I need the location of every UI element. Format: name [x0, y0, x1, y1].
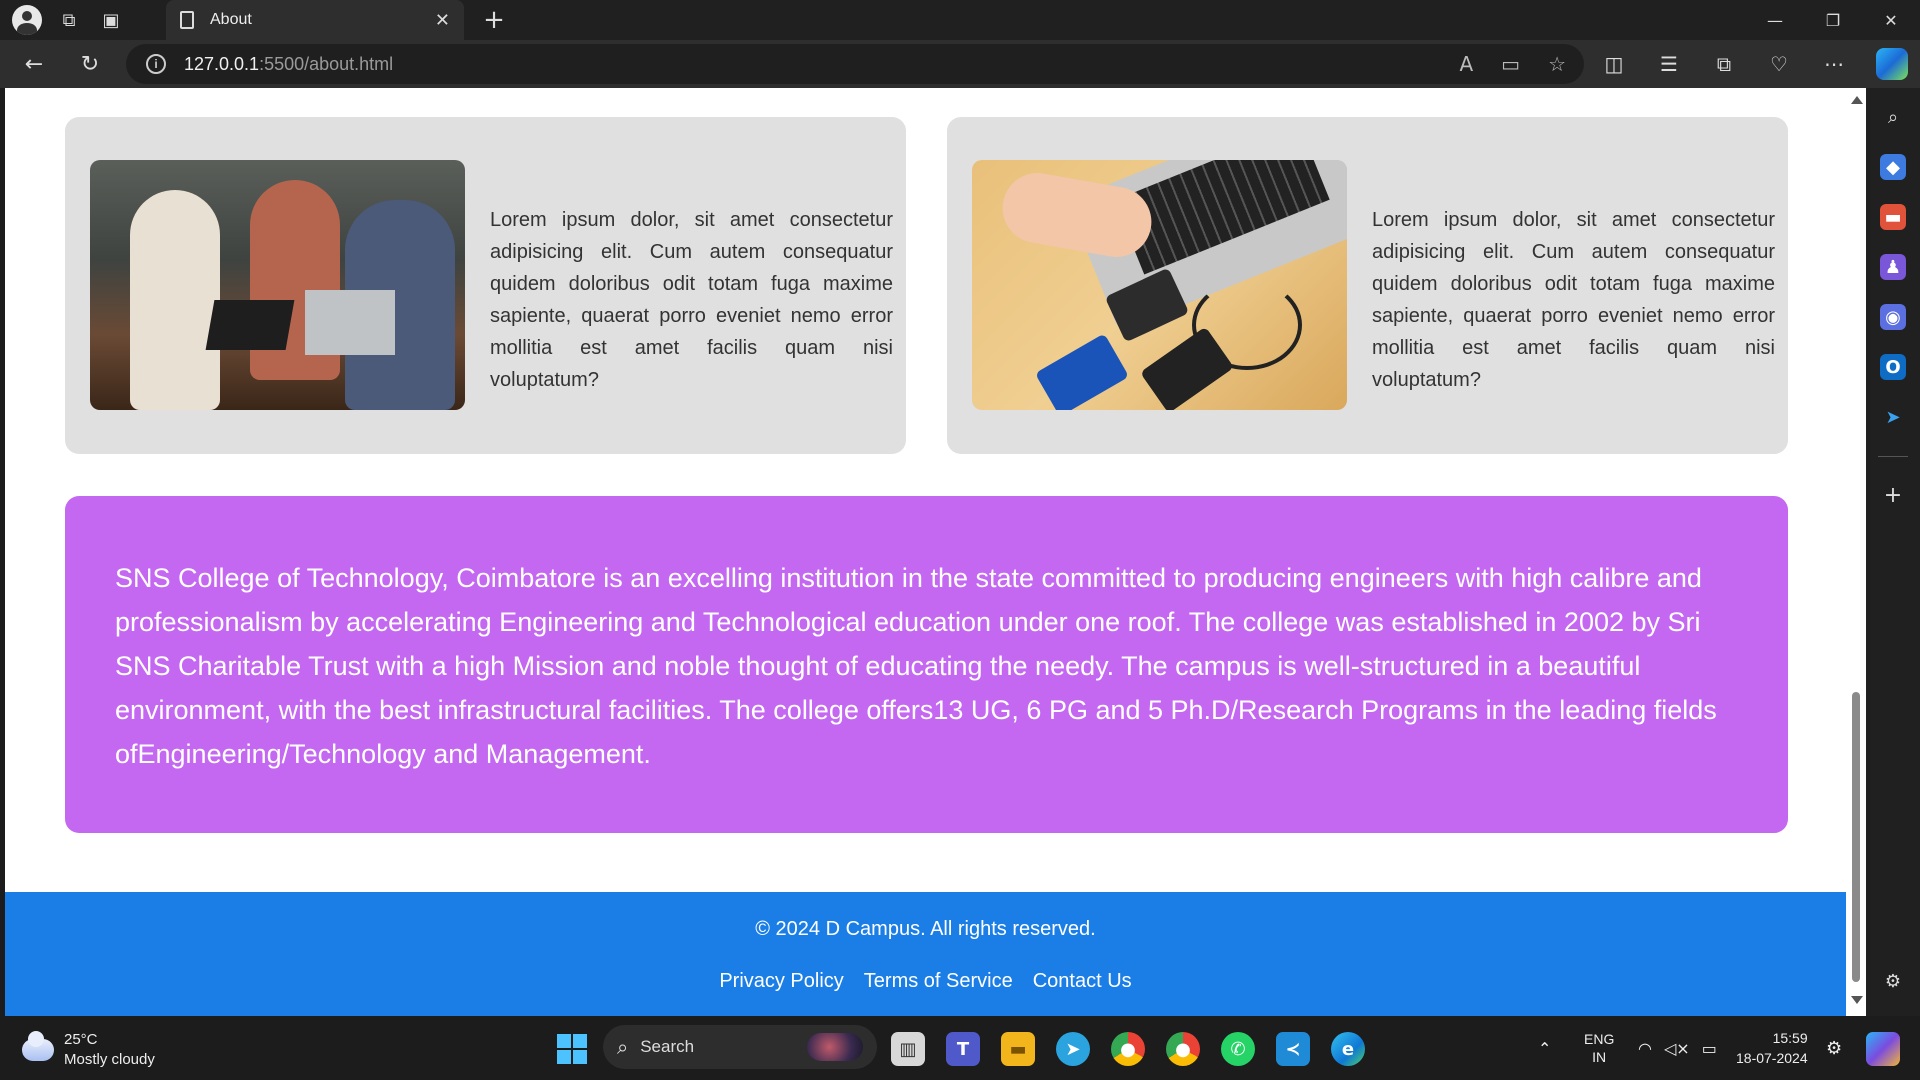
battery-icon: ▭ [1701, 1038, 1717, 1058]
workspaces-icon[interactable]: ⧉ [54, 5, 84, 35]
profile-avatar[interactable] [12, 5, 42, 35]
browser-toolbar: ◫ ☰ ⧉ ♡ ⋯ [1598, 48, 1850, 80]
footer-links: Privacy Policy Terms of Service Contact … [5, 970, 1846, 993]
microsoft-365-icon[interactable]: ◉ [1880, 304, 1906, 330]
scroll-thumb[interactable] [1852, 692, 1860, 982]
edge-sidebar: ⌕ ◆ ▬ ♟ ◉ O ➤ + ⚙ [1866, 88, 1920, 1016]
temperature: 25°C [64, 1031, 98, 1048]
close-window-button[interactable]: ✕ [1862, 0, 1920, 40]
restore-button[interactable]: ❐ [1804, 0, 1862, 40]
task-view-icon[interactable]: ▥ [891, 1032, 925, 1066]
contact-us-link[interactable]: Contact Us [1033, 970, 1132, 993]
teams-icon[interactable]: T [946, 1032, 980, 1066]
search-icon[interactable]: ⌕ [1880, 104, 1906, 130]
browser-window: ⧉ ▣ About ✕ + — ❐ ✕ ← ↻ i 127.0.0.1 :550… [0, 0, 1920, 1080]
url-host: 127.0.0.1 [184, 53, 260, 74]
page-footer: © 2024 D Campus. All rights reserved. Pr… [5, 892, 1846, 1016]
minimize-button[interactable]: — [1746, 0, 1804, 40]
refresh-button[interactable]: ↻ [74, 48, 106, 80]
college-description-banner: SNS College of Technology, Coimbatore is… [65, 496, 1788, 833]
copilot-taskbar-icon[interactable] [1866, 1032, 1900, 1066]
card-text: Lorem ipsum dolor, sit amet consectetur … [1372, 209, 1775, 391]
scroll-down-arrow[interactable] [1851, 996, 1863, 1004]
split-screen-icon[interactable]: ◫ [1598, 48, 1630, 80]
search-icon: ⌕ [617, 1035, 629, 1059]
date: 18-07-2024 [1736, 1050, 1808, 1066]
banner-text: SNS College of Technology, Coimbatore is… [115, 563, 1717, 769]
laptop-ssd-image [972, 160, 1347, 410]
send-icon[interactable]: ➤ [1880, 404, 1906, 430]
language-code: ENG [1584, 1031, 1615, 1047]
language-indicator[interactable]: ENG IN [1584, 1016, 1614, 1080]
collections-icon[interactable]: ⧉ [1708, 48, 1740, 80]
sidebar-divider [1878, 456, 1908, 457]
shopping-tag-icon[interactable]: ◆ [1880, 154, 1906, 180]
new-tab-button[interactable]: + [478, 4, 510, 36]
weather-condition: Mostly cloudy [64, 1051, 155, 1068]
close-tab-icon[interactable]: ✕ [435, 10, 450, 31]
search-highlight-image [807, 1033, 863, 1061]
page-viewport: Lorem ipsum dolor, sit amet consectetur … [5, 88, 1846, 1016]
url-path: :5500/about.html [259, 53, 394, 74]
show-hidden-icons[interactable]: ⌃ [1538, 1016, 1551, 1080]
wifi-icon: ◠ [1638, 1038, 1652, 1058]
immersive-reader-icon[interactable]: ▭ [1501, 52, 1520, 76]
clock[interactable]: 15:59 18-07-2024 [1736, 1016, 1808, 1080]
browser-essentials-icon[interactable]: ♡ [1763, 48, 1795, 80]
navigation-bar: ← ↻ i 127.0.0.1 :5500/about.html A ▭ ☆ ◫… [0, 40, 1920, 88]
card-text: Lorem ipsum dolor, sit amet consectetur … [490, 209, 893, 391]
weather-widget[interactable]: 25°C Mostly cloudy [22, 1030, 155, 1070]
address-bar-actions: A ▭ ☆ [1459, 44, 1566, 84]
telegram-icon[interactable]: ➤ [1056, 1032, 1090, 1066]
chrome-profile-icon[interactable]: ● [1166, 1032, 1200, 1066]
tab-about[interactable]: About ✕ [166, 0, 464, 40]
volume-muted-icon: ◁× [1663, 1038, 1690, 1058]
students-laptop-image [90, 160, 465, 410]
taskbar-search[interactable]: ⌕ Search [603, 1025, 877, 1069]
terms-of-service-link[interactable]: Terms of Service [864, 970, 1013, 993]
more-menu-icon[interactable]: ⋯ [1818, 48, 1850, 80]
whatsapp-icon[interactable]: ✆ [1221, 1032, 1255, 1066]
copilot-icon[interactable] [1876, 48, 1908, 80]
favorites-icon[interactable]: ☰ [1653, 48, 1685, 80]
site-info-icon[interactable]: i [146, 54, 166, 74]
region-code: IN [1592, 1049, 1607, 1065]
favorite-star-icon[interactable]: ☆ [1548, 52, 1566, 76]
tab-title: About [210, 11, 252, 28]
page-scrollbar[interactable] [1846, 88, 1866, 1016]
games-icon[interactable]: ♟ [1880, 254, 1906, 280]
privacy-policy-link[interactable]: Privacy Policy [719, 970, 843, 993]
address-bar[interactable]: i 127.0.0.1 :5500/about.html A ▭ ☆ [126, 44, 1584, 84]
notifications-icon[interactable]: ⚙ [1826, 1016, 1842, 1080]
scroll-up-arrow[interactable] [1851, 96, 1863, 104]
start-button[interactable] [557, 1034, 587, 1064]
info-card-1: Lorem ipsum dolor, sit amet consectetur … [65, 117, 906, 454]
tools-icon[interactable]: ▬ [1880, 204, 1906, 230]
read-aloud-icon[interactable]: A [1459, 52, 1473, 76]
file-explorer-icon[interactable]: ▬ [1001, 1032, 1035, 1066]
time: 15:59 [1772, 1030, 1808, 1046]
system-tray-icons[interactable]: ◠ ◁× ▭ [1638, 1016, 1717, 1080]
vertical-tabs-icon[interactable]: ▣ [96, 5, 126, 35]
title-bar: ⧉ ▣ About ✕ + — ❐ ✕ [0, 0, 1920, 40]
outlook-icon[interactable]: O [1880, 354, 1906, 380]
search-label: Search [640, 1037, 695, 1056]
sidebar-settings-icon[interactable]: ⚙ [1880, 968, 1906, 994]
cloud-icon [22, 1031, 54, 1061]
back-button[interactable]: ← [18, 48, 50, 80]
edge-icon[interactable]: e [1331, 1032, 1365, 1066]
info-card-2: Lorem ipsum dolor, sit amet consectetur … [947, 117, 1788, 454]
page-icon [180, 11, 194, 29]
chrome-icon[interactable]: ● [1111, 1032, 1145, 1066]
vscode-icon[interactable]: ≺ [1276, 1032, 1310, 1066]
copyright-text: © 2024 D Campus. All rights reserved. [755, 918, 1096, 940]
add-sidebar-app-icon[interactable]: + [1880, 482, 1906, 508]
